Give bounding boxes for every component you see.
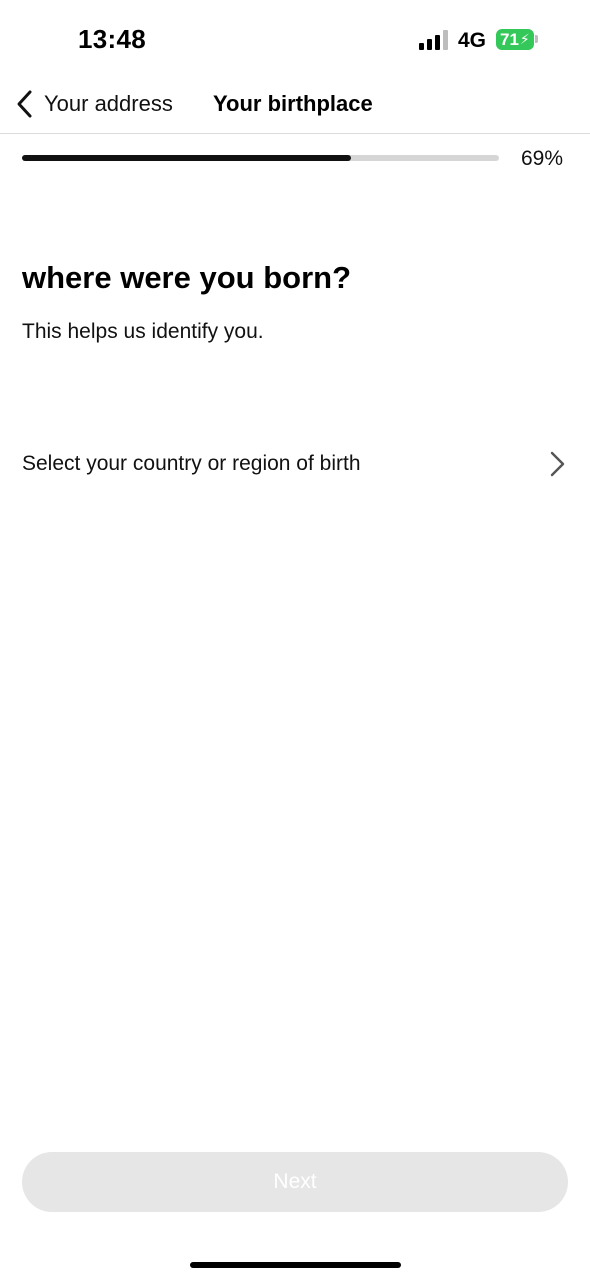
page-title: Your birthplace [213, 91, 373, 116]
home-indicator [190, 1262, 401, 1268]
country-select-label: Select your country or region of birth [22, 452, 361, 475]
chevron-left-icon [17, 90, 32, 118]
network-type: 4G [458, 29, 487, 52]
status-bar: 13:48 4G 71 ⚡ [0, 0, 590, 80]
progress-bar [22, 155, 499, 161]
battery-cap [535, 35, 538, 43]
charging-icon: ⚡ [519, 31, 530, 47]
navigation-bar: Your address Your birthplace [0, 80, 590, 134]
next-button[interactable]: Next [22, 1152, 568, 1212]
back-label: Your address [44, 91, 173, 116]
signal-icon [419, 30, 449, 50]
chevron-right-icon [550, 451, 565, 477]
status-time: 13:48 [78, 24, 146, 54]
progress-fill [22, 155, 352, 161]
question-heading: where were you born? [22, 260, 352, 295]
country-select-row[interactable]: Select your country or region of birth [0, 436, 590, 492]
battery-icon: 71 ⚡ [496, 29, 534, 50]
question-subtext: This helps us identify you. [22, 320, 264, 343]
back-button[interactable]: Your address [14, 86, 173, 122]
battery-level: 71 [500, 29, 519, 49]
progress-percent: 69% [521, 147, 564, 170]
birthplace-screen: 13:48 4G 71 ⚡ Your address Your birthplac… [0, 0, 590, 1280]
